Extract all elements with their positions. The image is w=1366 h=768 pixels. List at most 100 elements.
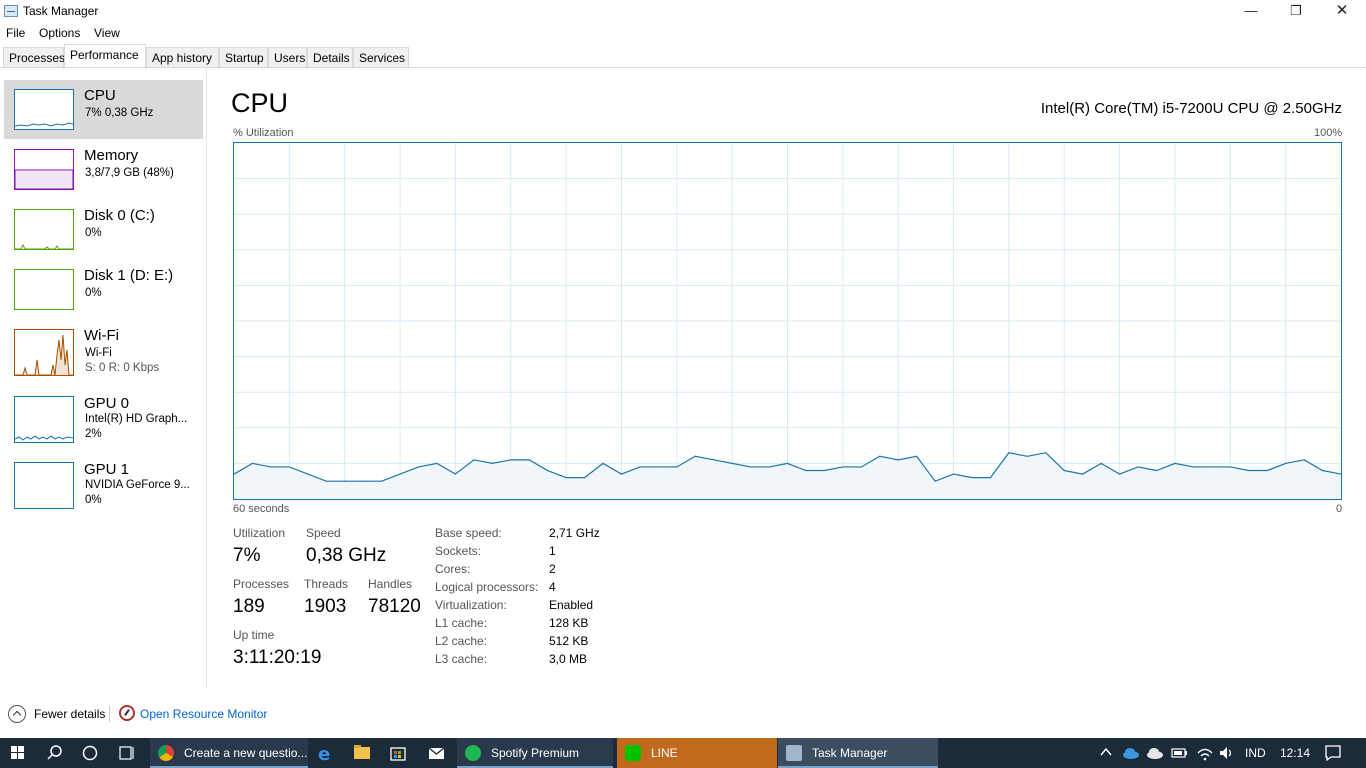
device-wifi[interactable]: Wi-Fi Wi-Fi S: 0 R: 0 Kbps <box>4 320 203 386</box>
resource-monitor-icon[interactable] <box>119 705 135 721</box>
info-value: 3,0 MB <box>549 652 588 666</box>
cpu-data-point <box>1174 462 1176 464</box>
tab-app-history[interactable]: App history <box>146 47 219 68</box>
cpu-data-point <box>1100 462 1102 464</box>
device-title: Memory <box>84 147 139 164</box>
cpu-data-point <box>344 480 346 482</box>
info-value: 2,71 GHz <box>549 526 600 540</box>
cpu-data-point <box>916 455 918 457</box>
clock[interactable]: 12:14 <box>1280 746 1310 760</box>
tab-performance[interactable]: Performance <box>64 44 146 68</box>
onedrive-icon[interactable] <box>1122 746 1140 763</box>
info-value: 2 <box>549 562 556 576</box>
fewer-details-button[interactable]: Fewer details <box>34 707 105 721</box>
taskbar-edge[interactable]: e <box>308 738 344 768</box>
taskbar-file-explorer[interactable] <box>344 738 380 768</box>
cpu-data-point <box>768 466 770 468</box>
device-cpu[interactable]: CPU 7% 0,38 GHz <box>4 80 203 139</box>
battery-icon[interactable] <box>1171 747 1189 762</box>
maximize-button[interactable]: ❐ <box>1273 0 1319 24</box>
cpu-data-point <box>639 466 641 468</box>
minimize-button[interactable]: — <box>1228 0 1274 24</box>
tab-details[interactable]: Details <box>307 47 353 68</box>
device-disk-1[interactable]: Disk 1 (D: E:) 0% <box>4 260 203 319</box>
close-button[interactable]: ✕ <box>1319 0 1365 24</box>
cpu-data-point <box>934 480 936 482</box>
device-memory[interactable]: Memory 3,8/7,9 GB (48%) <box>4 140 203 199</box>
device-disk-0[interactable]: Disk 0 (C:) 0% <box>4 200 203 259</box>
footer-divider <box>109 706 110 722</box>
task-view-icon <box>119 746 134 760</box>
menu-file[interactable]: File <box>6 26 25 40</box>
window-title: Task Manager <box>23 4 99 18</box>
volume-icon[interactable] <box>1218 745 1236 764</box>
cpu-data-point <box>1119 473 1121 475</box>
cpu-sparkline <box>15 122 73 127</box>
cpu-data-point <box>251 462 254 464</box>
uptime-label: Up time <box>233 628 275 642</box>
cpu-utilization-graph <box>233 142 1342 500</box>
search-button[interactable] <box>36 738 72 768</box>
cpu-data-point <box>399 473 401 475</box>
speed-value: 0,38 GHz <box>306 545 387 566</box>
cpu-data-point <box>1082 473 1084 475</box>
chevron-up-icon[interactable] <box>8 705 26 723</box>
menu-view[interactable]: View <box>94 26 120 40</box>
task-view-button[interactable] <box>108 738 144 768</box>
info-label: L3 cache: <box>435 652 488 666</box>
info-label: Virtualization: <box>435 598 507 612</box>
tab-services[interactable]: Services <box>353 47 409 68</box>
x-axis-label: 60 seconds <box>233 503 290 515</box>
info-value: 128 KB <box>549 616 589 630</box>
language-indicator[interactable]: IND <box>1245 746 1266 760</box>
cortana-button[interactable] <box>72 738 108 768</box>
disk-0-sparkline <box>15 243 73 249</box>
menu-bar: File Options View <box>0 24 1366 43</box>
device-subtitle: 0% <box>85 287 102 299</box>
open-resource-monitor-link[interactable]: Open Resource Monitor <box>140 707 267 721</box>
info-label: L1 cache: <box>435 616 488 630</box>
taskbar-task-manager[interactable]: Task Manager <box>778 738 938 768</box>
cpu-data-point <box>547 469 549 472</box>
tab-users[interactable]: Users <box>268 47 307 68</box>
taskbar-spotify-label: Spotify Premium <box>491 746 580 760</box>
taskbar-mail[interactable] <box>418 738 454 768</box>
speed-label: Speed <box>306 526 341 540</box>
chevron-up-icon[interactable] <box>1099 744 1113 763</box>
cpu-data-point <box>325 480 327 482</box>
device-subtitle: NVIDIA GeForce 9... <box>85 479 190 491</box>
tab-startup[interactable]: Startup <box>219 47 268 68</box>
device-gpu-0[interactable]: GPU 0 Intel(R) HD Graph... 2% <box>4 388 203 452</box>
windows-icon <box>11 746 24 759</box>
cpu-data-point <box>897 459 899 461</box>
cpu-data-point <box>860 466 862 468</box>
cpu-data-point <box>750 466 752 468</box>
cpu-data-point <box>1285 462 1287 464</box>
taskbar-spotify[interactable]: Spotify Premium <box>457 738 613 768</box>
memory-thumbnail <box>14 149 74 190</box>
notifications-icon[interactable] <box>1324 744 1342 765</box>
cpu-data-point <box>823 469 826 472</box>
taskbar-line[interactable]: LINE <box>617 738 777 768</box>
menu-options[interactable]: Options <box>39 26 80 40</box>
device-usage: 2% <box>85 428 102 440</box>
tab-processes[interactable]: Processes <box>3 47 65 68</box>
device-rate: S: 0 R: 0 Kbps <box>85 362 160 374</box>
cpu-data-point <box>1155 469 1158 472</box>
cpu-data-point <box>602 462 604 464</box>
uptime-value: 3:11:20:19 <box>233 647 322 668</box>
wifi-icon[interactable] <box>1196 745 1214 764</box>
cpu-data-point <box>1026 455 1028 457</box>
cpu-data-point <box>417 466 420 468</box>
device-subtitle: 0% <box>85 227 102 239</box>
taskbar-store[interactable] <box>380 738 416 768</box>
cpu-data-point <box>1137 466 1139 468</box>
taskbar-task-manager-label: Task Manager <box>812 746 888 760</box>
cpu-data-point <box>1192 466 1194 468</box>
info-value: 1 <box>549 544 556 558</box>
start-button[interactable] <box>0 738 36 768</box>
threads-label: Threads <box>304 577 349 591</box>
cloud-icon[interactable] <box>1146 746 1164 763</box>
taskbar-chrome[interactable]: Create a new questio... <box>150 738 308 768</box>
device-gpu-1[interactable]: GPU 1 NVIDIA GeForce 9... 0% <box>4 454 203 518</box>
